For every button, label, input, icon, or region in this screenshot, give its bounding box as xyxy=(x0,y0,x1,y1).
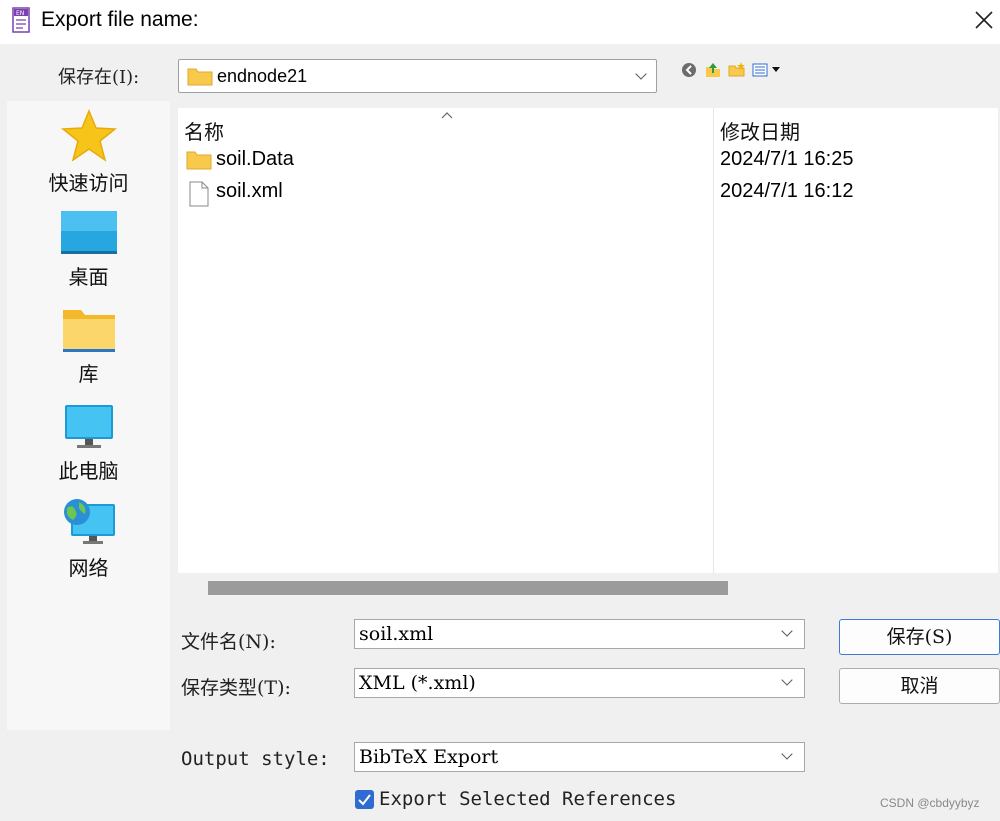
endnote-app-icon: EN xyxy=(12,7,32,33)
lookin-dropdown[interactable]: endnode21 xyxy=(178,59,657,93)
column-header-modified[interactable]: 修改日期 xyxy=(720,116,800,145)
checkmark-icon xyxy=(358,794,371,806)
places-bar: 快速访问 桌面 库 此电脑 网络 xyxy=(7,101,170,730)
back-icon xyxy=(682,63,696,77)
folder-icon xyxy=(186,149,212,175)
place-desktop[interactable]: 桌面 xyxy=(7,209,170,290)
up-folder-icon xyxy=(706,63,720,77)
lookin-label: 保存在(I): xyxy=(58,67,140,88)
library-folder-icon xyxy=(7,306,170,358)
title-bar: EN Export file name: xyxy=(0,0,1000,44)
filetype-label: 保存类型(T): xyxy=(181,677,291,699)
file-name: soil.xml xyxy=(216,180,283,202)
folder-icon xyxy=(187,66,213,90)
place-label: 网络 xyxy=(68,556,109,580)
file-list[interactable]: 名称 修改日期 soil.Data 2024/7/1 16:25 soil.xm… xyxy=(178,108,998,573)
up-folder-button[interactable] xyxy=(704,61,722,79)
export-selected-checkbox[interactable] xyxy=(355,790,374,809)
watermark: CSDN @cbdyybyz xyxy=(880,796,980,810)
place-library[interactable]: 库 xyxy=(7,306,170,387)
file-date: 2024/7/1 16:12 xyxy=(720,180,854,202)
file-row[interactable]: soil.Data 2024/7/1 16:25 xyxy=(178,145,998,177)
document-icon xyxy=(188,181,210,211)
export-selected-label[interactable]: Export Selected References xyxy=(379,788,676,810)
place-label: 此电脑 xyxy=(58,459,119,483)
nav-toolbar xyxy=(680,61,784,79)
desktop-icon xyxy=(7,209,170,261)
cancel-button[interactable]: 取消 xyxy=(839,668,1000,704)
lookin-value: endnode21 xyxy=(217,66,308,86)
close-button[interactable] xyxy=(968,4,1000,36)
filetype-value: XML (*.xml) xyxy=(359,672,476,694)
sort-ascending-icon xyxy=(441,108,453,122)
file-row[interactable]: soil.xml 2024/7/1 16:12 xyxy=(178,177,998,209)
chevron-down-icon xyxy=(781,748,793,760)
svg-text:EN: EN xyxy=(16,10,24,17)
place-this-pc[interactable]: 此电脑 xyxy=(7,403,170,484)
new-folder-icon xyxy=(728,62,745,77)
computer-icon xyxy=(7,403,170,455)
chevron-down-icon xyxy=(635,68,647,80)
network-icon xyxy=(7,498,170,552)
star-icon xyxy=(7,109,170,167)
file-name: soil.Data xyxy=(216,148,294,170)
filename-input[interactable]: soil.xml xyxy=(354,619,805,649)
close-icon xyxy=(975,11,993,29)
output-style-label: Output style: xyxy=(181,748,330,770)
filetype-dropdown[interactable]: XML (*.xml) xyxy=(354,668,805,698)
scrollbar-thumb[interactable] xyxy=(208,581,728,595)
chevron-down-icon xyxy=(781,674,793,686)
file-date: 2024/7/1 16:25 xyxy=(720,148,854,170)
place-label: 库 xyxy=(78,362,99,386)
back-button[interactable] xyxy=(680,61,698,79)
place-label: 快速访问 xyxy=(48,171,129,195)
place-network[interactable]: 网络 xyxy=(7,498,170,581)
window-title: Export file name: xyxy=(41,8,199,31)
save-button[interactable]: 保存(S) xyxy=(839,619,1000,655)
filename-value: soil.xml xyxy=(359,623,434,645)
new-folder-button[interactable] xyxy=(728,61,746,79)
output-style-dropdown[interactable]: BibTeX Export xyxy=(354,742,805,772)
place-quick-access[interactable]: 快速访问 xyxy=(7,109,170,196)
filename-label: 文件名(N): xyxy=(181,631,276,653)
place-label: 桌面 xyxy=(68,265,109,289)
chevron-down-icon[interactable] xyxy=(781,625,793,637)
output-style-value: BibTeX Export xyxy=(359,746,499,768)
view-menu-icon xyxy=(752,63,780,77)
view-menu-button[interactable] xyxy=(752,61,784,79)
column-header-name[interactable]: 名称 xyxy=(184,116,224,145)
